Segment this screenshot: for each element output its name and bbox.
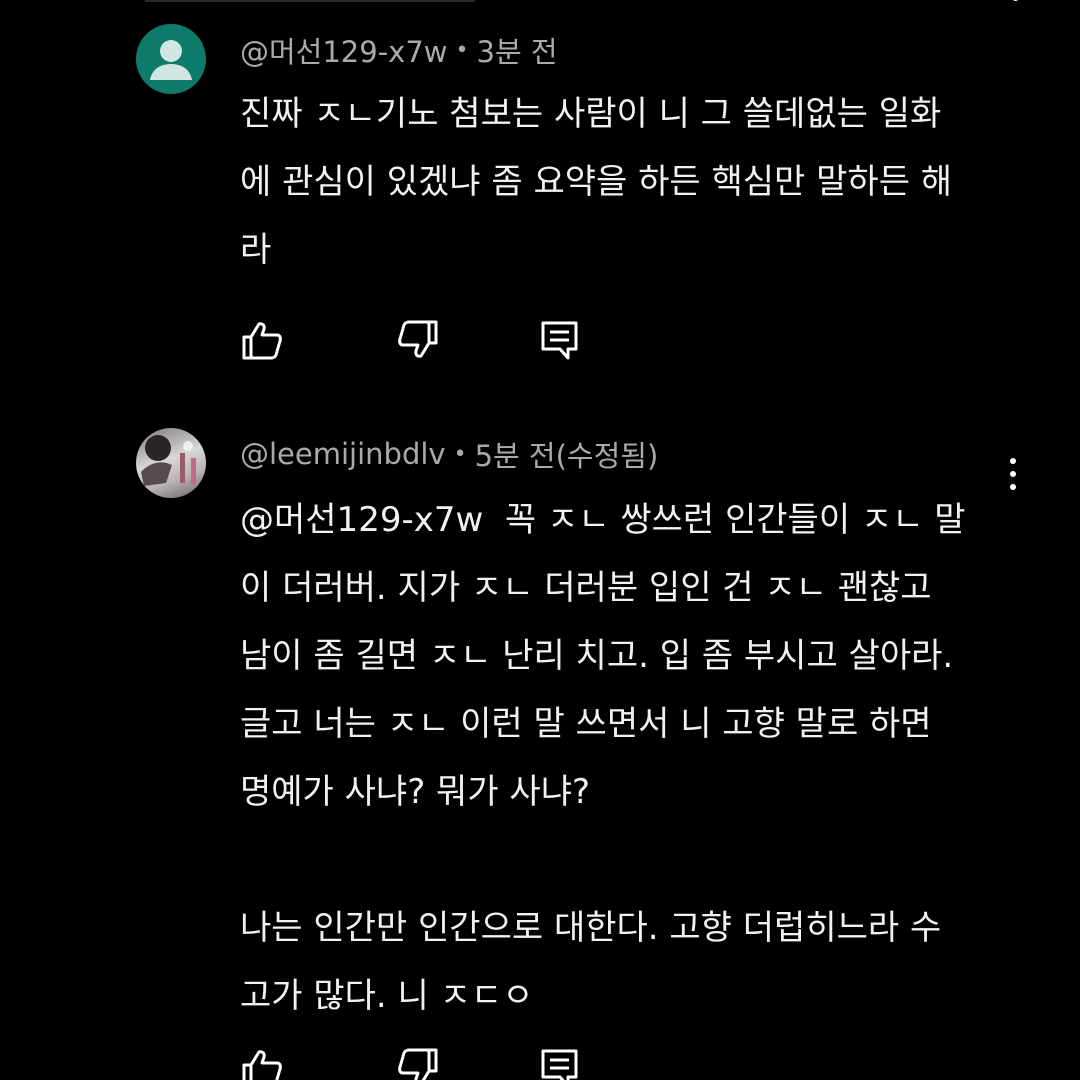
reply-button[interactable] [538,1046,582,1080]
default-person-icon [150,40,192,80]
comment-item: @머선129-x7w • 3분 전 진짜 ㅈㄴ기노 첨보는 사람이 니 그 쓸데… [0,24,1080,394]
like-button[interactable] [240,1046,284,1080]
user-photo-icon [141,435,196,486]
comment-author[interactable]: @머선129-x7w [240,29,448,71]
like-button[interactable] [240,318,284,362]
comment-time: 5분 전(수정됨) [474,439,659,473]
comments-page: @머선129-x7w • 3분 전 진짜 ㅈㄴ기노 첨보는 사람이 니 그 쓸데… [0,0,1080,1080]
thumbs-down-icon [398,1048,438,1080]
comment-actions [240,1046,600,1080]
thumbs-down-icon [398,320,438,358]
avatar[interactable] [136,24,206,94]
avatar[interactable] [136,428,206,498]
comment-item: @leemijinbdlv • 5분 전(수정됨) @머선129-x7w 꼭 ㅈ… [0,428,1080,1080]
reply-icon [541,1049,578,1080]
meta-separator: • [455,37,469,63]
comment-meta: @머선129-x7w • 3분 전 [240,30,558,70]
comment-meta: @leemijinbdlv • 5분 전(수정됨) [240,434,658,474]
comment-actions [240,318,600,362]
reply-icon [541,321,578,360]
comment-text: 진짜 ㅈㄴ기노 첨보는 사람이 니 그 쓸데없는 일화 에 관심이 있겠냐 좀 … [240,94,953,270]
comment-time: 3분 전 [476,35,558,69]
more-vertical-icon[interactable] [1005,0,1025,8]
reply-button[interactable] [538,318,582,362]
comment-author[interactable]: @leemijinbdlv [240,437,446,471]
thumbs-up-icon [242,322,282,360]
meta-separator: • [453,441,467,467]
divider [145,0,475,2]
dislike-button[interactable] [396,1046,440,1080]
thumbs-up-icon [242,1050,282,1080]
dislike-button[interactable] [396,318,440,362]
comment-text: @머선129-x7w 꼭 ㅈㄴ 쌍쓰런 인간들이 ㅈㄴ 말 이 더러버. 지가 … [240,500,966,1016]
